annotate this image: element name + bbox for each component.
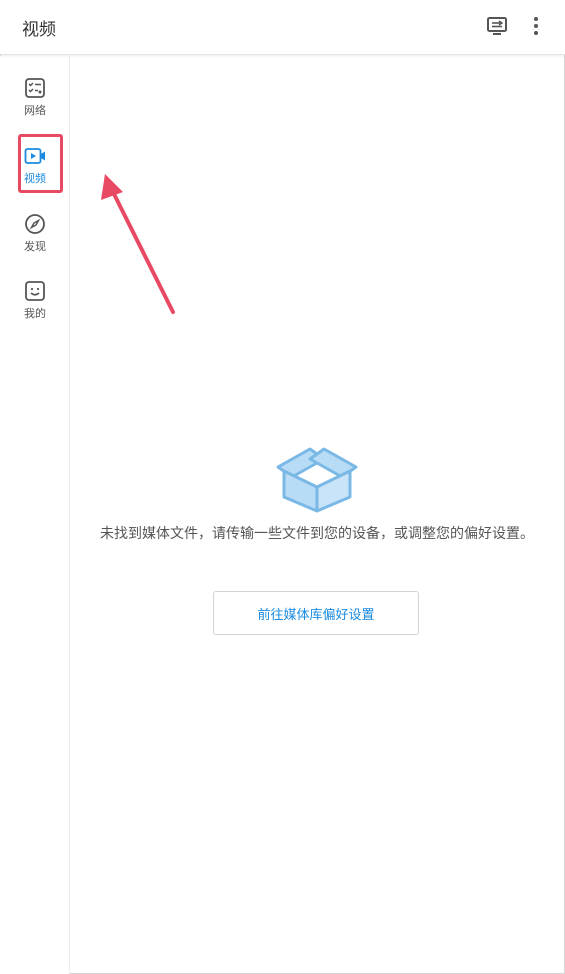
sidebar-item-label: 视频	[24, 172, 46, 185]
empty-state-message: 未找到媒体文件，请传输一些文件到您的设备，或调整您的偏好设置。	[100, 526, 534, 542]
sidebar: 网络 视频 发现 我的	[0, 56, 70, 974]
main-content	[70, 56, 565, 974]
sidebar-item-network[interactable]: 网络	[0, 76, 70, 136]
page-title: 视频	[22, 20, 56, 40]
sidebar-item-mine[interactable]: 我的	[0, 279, 70, 339]
cast-screen-icon[interactable]	[486, 15, 508, 37]
sidebar-item-label: 网络	[24, 104, 46, 117]
open-box-icon	[276, 447, 358, 513]
sidebar-item-label: 我的	[24, 307, 46, 320]
goto-library-preferences-button[interactable]: 前往媒体库偏好设置	[213, 591, 419, 635]
sidebar-item-video[interactable]: 视频	[0, 144, 70, 204]
compass-icon	[25, 214, 45, 234]
video-icon	[24, 148, 45, 164]
sidebar-item-discover[interactable]: 发现	[0, 212, 70, 272]
more-vertical-icon[interactable]	[526, 14, 546, 38]
top-app-bar: 视频	[0, 0, 565, 55]
smiley-face-icon	[25, 281, 45, 301]
network-list-icon	[25, 78, 45, 98]
sidebar-item-label: 发现	[24, 240, 46, 253]
